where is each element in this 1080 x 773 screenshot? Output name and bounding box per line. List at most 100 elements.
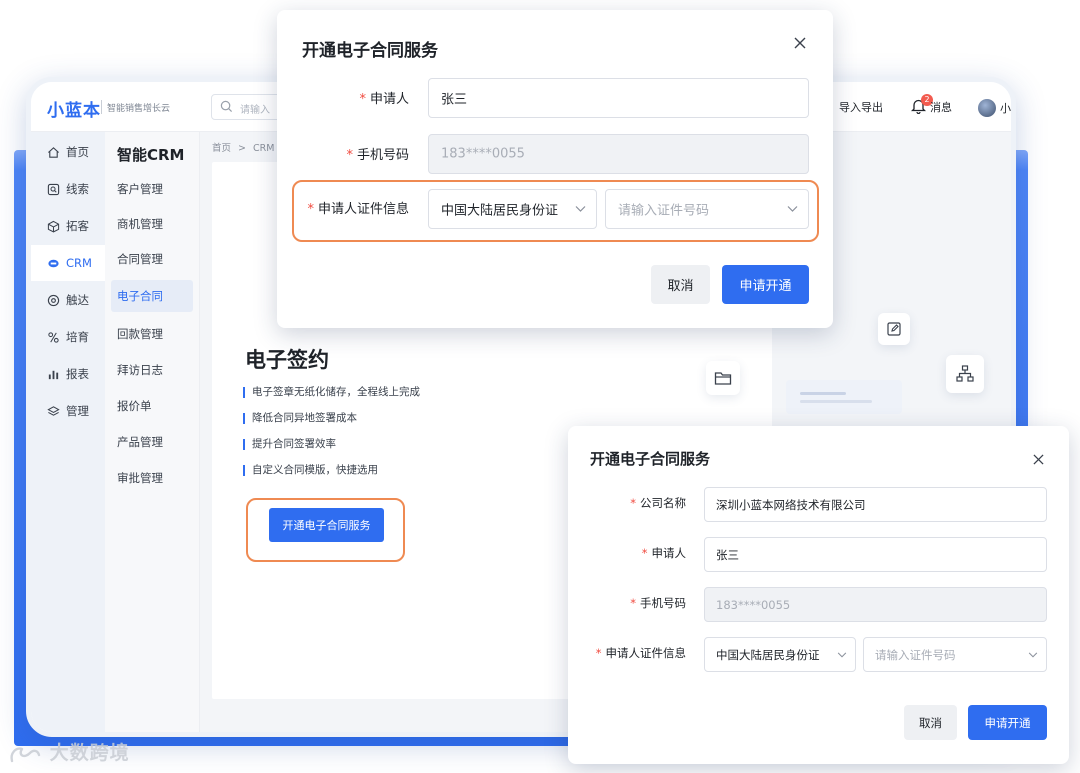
phone-label: * 手机号码 [594,595,686,611]
open-service-dialog-bottom: 开通电子合同服务 * 公司名称 深圳小蓝本网络技术有限公司 * 申请人 张三 * 手机… [568,426,1069,764]
phone-value: 183****0055 [441,146,525,162]
user-avatar[interactable] [978,99,996,117]
sidebar-item-prospecting[interactable]: 拓客 [31,208,105,244]
subnav-item[interactable]: 客户管理 [111,173,193,205]
applicant-label: * 申请人 [317,88,409,107]
cancel-button[interactable]: 取消 [651,265,710,304]
breadcrumb: 首页 > CRM [212,140,274,154]
feature-item: 自定义合同模版，快捷选用 [243,465,378,476]
illustration-line [800,392,846,395]
sidebar-item-home[interactable]: 首页 [31,134,105,170]
applicant-value: 张三 [716,547,739,562]
user-name[interactable]: 小 [1000,100,1011,116]
subnav-item[interactable]: 合同管理 [111,243,193,275]
company-value: 深圳小蓝本网络技术有限公司 [716,497,866,512]
phone-label-text: 手机号码 [640,596,686,610]
sidebar-item-label: 管理 [66,404,89,418]
sidebar-item-reports[interactable]: 报表 [31,356,105,392]
phone-value: 183****0055 [716,597,791,612]
home-icon [48,146,59,158]
applicant-label-text: 申请人 [651,546,687,560]
dialog-title: 开通电子合同服务 [590,450,711,468]
required-mark: * [630,596,636,610]
id-type-value: 中国大陆居民身份证 [716,647,820,662]
watermark: 大数跨境 [8,738,130,765]
clue-icon [47,183,60,195]
id-info-label-text: 申请人证件信息 [605,646,687,660]
sidebar-item-clues[interactable]: 线索 [31,171,105,207]
id-number-placeholder: 请输入证件号码 [875,647,956,662]
primary-sidebar: 首页 线索 拓客 CRM 触达 培育 报表 管理 [31,132,105,732]
chevron-down-icon [1028,651,1038,657]
required-mark: * [359,92,366,107]
phone-field: 183****0055 [704,587,1047,622]
folder-icon [714,372,732,385]
close-icon[interactable] [794,34,806,53]
subnav-item[interactable]: 回款管理 [111,318,193,350]
open-service-dialog-top: 开通电子合同服务 * 申请人 张三 * 手机号码 183****0055 * 申请人证… [277,10,833,328]
subnav-item[interactable]: 审批管理 [111,462,193,494]
sidebar-item-nurture[interactable]: 培育 [31,319,105,355]
layers-icon [47,405,60,416]
feature-item: 电子签章无纸化储存，全程线上完成 [243,387,420,398]
cancel-button[interactable]: 取消 [904,705,957,740]
required-mark: * [630,496,636,510]
apply-button[interactable]: 申请开通 [722,265,809,304]
secondary-sidebar: 智能CRM 客户管理 商机管理 合同管理 电子合同 回款管理 拜访日志 报价单 … [105,132,200,732]
id-info-label-text: 申请人证件信息 [317,202,409,217]
illustration-line [800,400,872,403]
sidebar-item-admin[interactable]: 管理 [31,393,105,429]
document-illustration [786,380,902,414]
sidebar-item-crm[interactable]: CRM [31,245,105,281]
import-export-link[interactable]: 导入导出 [839,99,883,115]
subnav-item-active[interactable]: 电子合同 [111,280,193,312]
edit-card [878,313,910,345]
subnav-item[interactable]: 商机管理 [111,208,193,240]
org-chart-icon [956,365,974,382]
id-type-select[interactable]: 中国大陆居民身份证 [704,637,856,672]
phone-label: * 手机号码 [307,144,409,163]
folder-card [706,361,740,395]
applicant-field[interactable]: 张三 [428,78,809,118]
phone-label-text: 手机号码 [356,148,409,163]
apply-button[interactable]: 申请开通 [968,705,1047,740]
id-number-placeholder: 请输入证件号码 [618,203,710,219]
open-e-contract-button[interactable]: 开通电子合同服务 [269,508,384,542]
breadcrumb-home[interactable]: 首页 [212,143,231,154]
app-tagline: 智能销售增长云 [107,104,171,114]
reach-icon [47,294,60,306]
company-label-text: 公司名称 [640,496,686,510]
id-type-value: 中国大陆居民身份证 [441,203,559,219]
required-mark: * [346,148,353,163]
company-field[interactable]: 深圳小蓝本网络技术有限公司 [704,487,1047,522]
close-icon[interactable] [1033,450,1044,469]
search-icon [220,100,233,113]
messages-link[interactable]: 消息 [930,99,952,115]
applicant-label: * 申请人 [604,545,686,561]
subnav-item[interactable]: 报价单 [111,390,193,422]
logo-divider [101,100,102,114]
id-info-label: * 申请人证件信息 [297,198,409,217]
feature-item: 降低合同异地签署成本 [243,413,357,424]
org-chart-card [946,355,984,393]
crm-icon [48,259,59,267]
id-number-input[interactable]: 请输入证件号码 [605,189,809,229]
id-type-select[interactable]: 中国大陆居民身份证 [428,189,597,229]
watermark-logo-icon [10,746,41,762]
search-placeholder: 请输入 [240,105,270,116]
id-number-input[interactable]: 请输入证件号码 [863,637,1047,672]
required-mark: * [595,646,602,660]
company-label: * 公司名称 [604,495,686,511]
subnav-item[interactable]: 拜访日志 [111,354,193,386]
applicant-label-text: 申请人 [369,92,409,107]
subnav-item[interactable]: 产品管理 [111,426,193,458]
applicant-field[interactable]: 张三 [704,537,1047,572]
breadcrumb-separator: > [238,143,247,154]
sidebar-item-reach[interactable]: 触达 [31,282,105,318]
sidebar-item-label: CRM [66,256,92,270]
nurture-icon [48,331,59,343]
sidebar-item-label: 报表 [66,367,89,381]
edit-icon [887,322,901,336]
chevron-down-icon [837,651,847,657]
app-logo[interactable]: 小蓝本 [47,96,101,121]
